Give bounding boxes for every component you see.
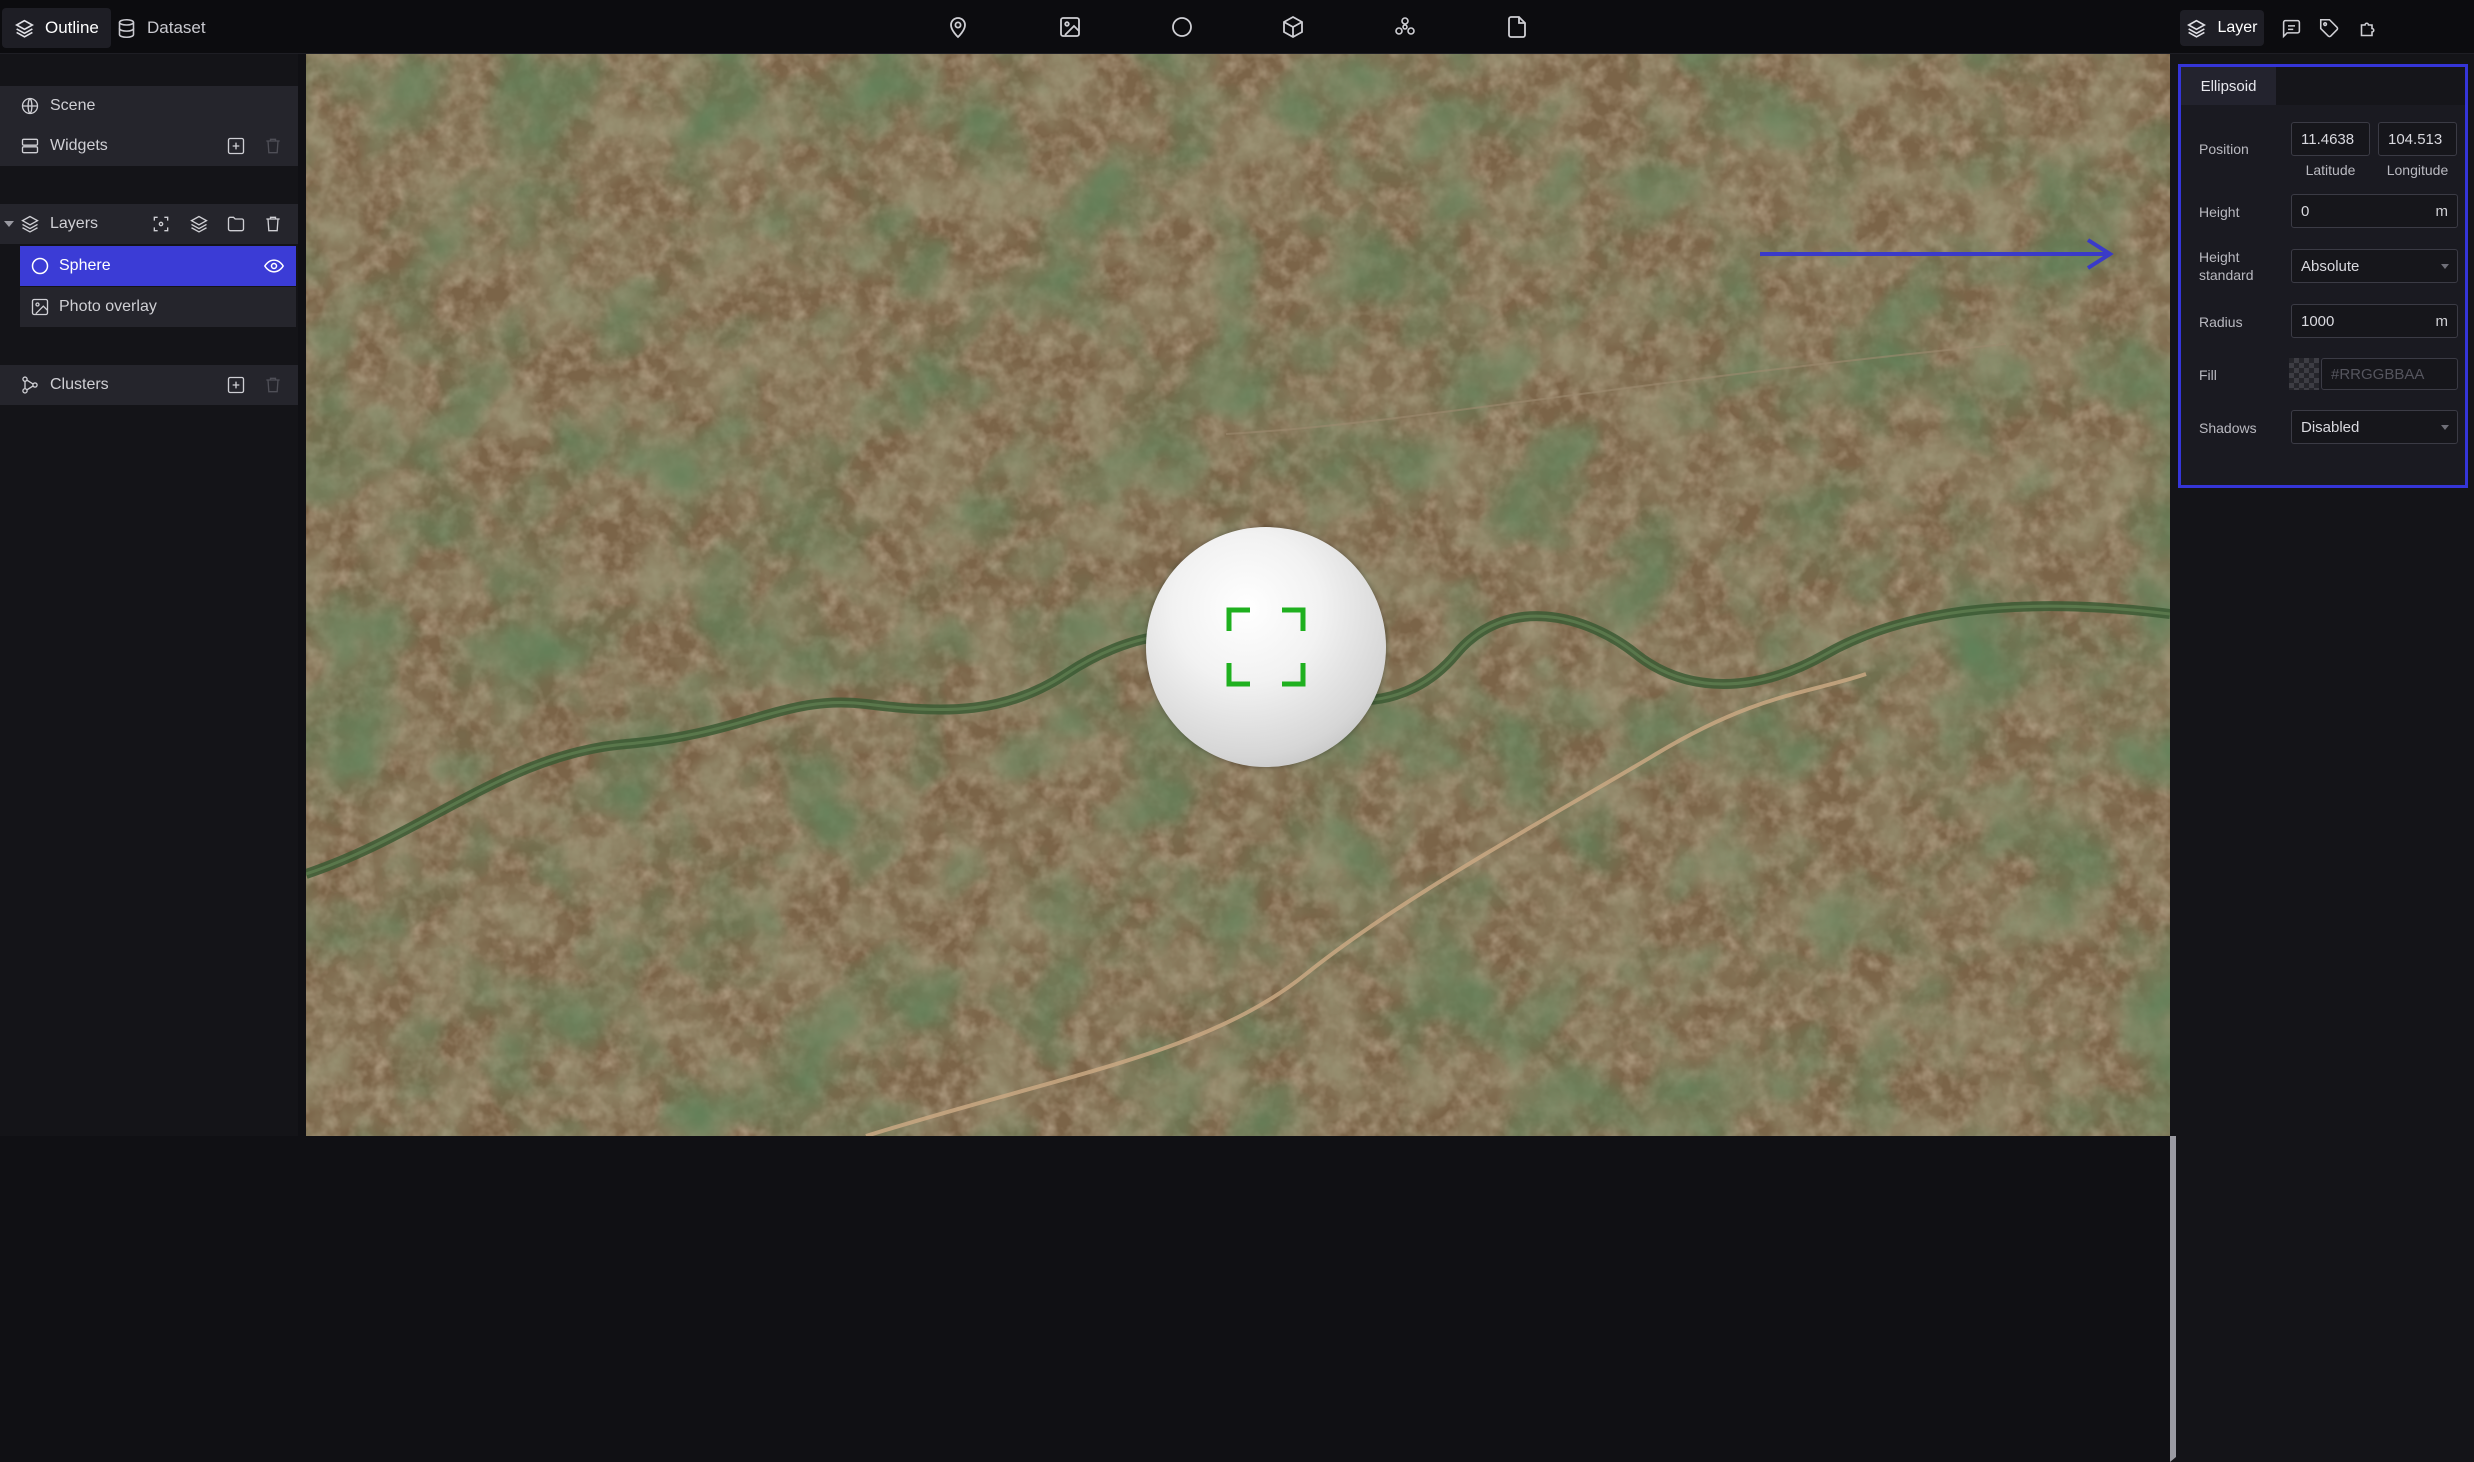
tab-dataset-label: Dataset: [147, 18, 206, 37]
image-icon: [1060, 17, 1080, 37]
layer-item-label: Sphere: [59, 257, 111, 274]
add-file-button[interactable]: [1502, 12, 1532, 42]
position-label: Position: [2199, 141, 2249, 157]
latitude-label: Latitude: [2305, 162, 2356, 178]
radius-value: 1000: [2301, 312, 2335, 330]
height-standard-label-line1: Height: [2199, 249, 2240, 265]
shadows-select[interactable]: Disabled: [2291, 410, 2458, 444]
tab-layer-label: Layer: [2217, 19, 2258, 36]
tab-ellipsoid-label: Ellipsoid: [2200, 77, 2257, 95]
circle-icon: [31, 257, 49, 275]
tab-layer[interactable]: Layer: [2180, 10, 2264, 46]
radius-unit: m: [2435, 312, 2449, 330]
chevron-down-icon: [2441, 264, 2449, 269]
height-standard-value: Absolute: [2301, 257, 2360, 275]
outline-scene[interactable]: Scene: [0, 86, 298, 126]
layer-item-photo-overlay[interactable]: Photo overlay: [20, 287, 296, 327]
layers-icon: [21, 215, 39, 233]
height-label: Height: [2199, 204, 2240, 220]
longitude-value: 104.513: [2388, 130, 2443, 148]
delete-cluster-icon[interactable]: [263, 375, 283, 395]
image-icon: [31, 298, 49, 316]
map-viewport[interactable]: [306, 54, 2170, 1136]
latitude-input[interactable]: 11.4638: [2291, 122, 2370, 156]
add-3d-model-button[interactable]: [1278, 12, 1308, 42]
layers-icon: [2187, 19, 2207, 38]
layers-icon: [15, 19, 34, 38]
add-layer-group-icon[interactable]: [189, 214, 209, 234]
box-icon: [1283, 15, 1303, 39]
widgets-label: Widgets: [50, 137, 108, 154]
add-cluster-icon[interactable]: [226, 375, 246, 395]
layers-label: Layers: [50, 215, 99, 232]
add-photo-overlay-button[interactable]: [1055, 12, 1085, 42]
fill-placeholder: #RRGGBBAA: [2331, 365, 2425, 383]
circle-icon: [1172, 17, 1192, 37]
latitude-value: 11.4638: [2301, 130, 2355, 148]
database-icon: [118, 18, 135, 38]
delete-widget-icon[interactable]: [263, 136, 283, 156]
add-cluster-button[interactable]: [1390, 12, 1420, 42]
properties-header: Ellipsoid: [2181, 67, 2465, 105]
add-widget-icon[interactable]: [226, 136, 246, 156]
longitude-label: Longitude: [2386, 162, 2449, 178]
scene-label: Scene: [50, 97, 96, 114]
height-value: 0: [2301, 202, 2310, 220]
radius-label: Radius: [2199, 314, 2243, 330]
height-unit: m: [2435, 202, 2449, 220]
outline-layers[interactable]: Layers: [0, 204, 298, 244]
cluster-icon: [1395, 17, 1415, 35]
shadows-value: Disabled: [2301, 418, 2360, 436]
tab-dataset[interactable]: Dataset: [104, 8, 218, 48]
map-pin-icon: [950, 17, 966, 39]
tab-plugins[interactable]: [2353, 10, 2383, 46]
layer-item-sphere[interactable]: Sphere: [20, 246, 296, 286]
outline-panel: Scene Widgets Layers Sphere Photo overla…: [0, 54, 2474, 1462]
tab-tags[interactable]: [2314, 10, 2344, 46]
collapse-icon[interactable]: [4, 221, 14, 227]
puzzle-icon: [2360, 22, 2374, 36]
longitude-input[interactable]: 104.513: [2378, 122, 2457, 156]
comment-icon: [2282, 19, 2300, 38]
tab-outline[interactable]: Outline: [2, 8, 111, 48]
tag-icon: [2319, 18, 2338, 37]
fill-label: Fill: [2199, 367, 2217, 383]
widgets-icon: [21, 138, 39, 154]
outline-clusters[interactable]: Clusters: [0, 365, 2474, 1462]
color-swatch[interactable]: [2289, 358, 2319, 390]
add-folder-icon[interactable]: [226, 214, 246, 234]
shadows-label: Shadows: [2199, 420, 2257, 436]
add-marker-button[interactable]: [943, 12, 973, 42]
radius-input[interactable]: 1000 m: [2291, 304, 2458, 338]
file-icon: [1508, 16, 1526, 38]
tab-outline-label: Outline: [45, 18, 99, 37]
globe-icon: [21, 97, 39, 115]
outline-widgets[interactable]: Widgets: [0, 126, 2474, 1223]
fill-color-input[interactable]: #RRGGBBAA: [2321, 358, 2458, 390]
clusters-label: Clusters: [50, 376, 109, 393]
ellipsoid-properties: Ellipsoid Position 11.4638 104.513 Latit…: [2178, 64, 2468, 488]
delete-layer-icon[interactable]: [263, 214, 283, 234]
tab-infobox[interactable]: [2276, 10, 2306, 46]
tab-ellipsoid[interactable]: Ellipsoid: [2181, 67, 2276, 105]
top-bar: Outline Dataset Layer: [0, 0, 2474, 54]
chevron-down-icon: [2441, 425, 2449, 430]
focus-frame-icon[interactable]: [1226, 607, 1306, 687]
focus-layer-icon[interactable]: [151, 214, 171, 234]
height-standard-label: Height standard: [2199, 248, 2253, 284]
height-input[interactable]: 0 m: [2291, 194, 2458, 228]
height-standard-select[interactable]: Absolute: [2291, 249, 2458, 283]
add-sphere-button[interactable]: [1167, 12, 1197, 42]
layer-item-label: Photo overlay: [59, 298, 157, 315]
eye-icon[interactable]: [264, 256, 284, 276]
cluster-icon: [22, 376, 38, 394]
height-standard-label-line2: standard: [2199, 267, 2254, 283]
